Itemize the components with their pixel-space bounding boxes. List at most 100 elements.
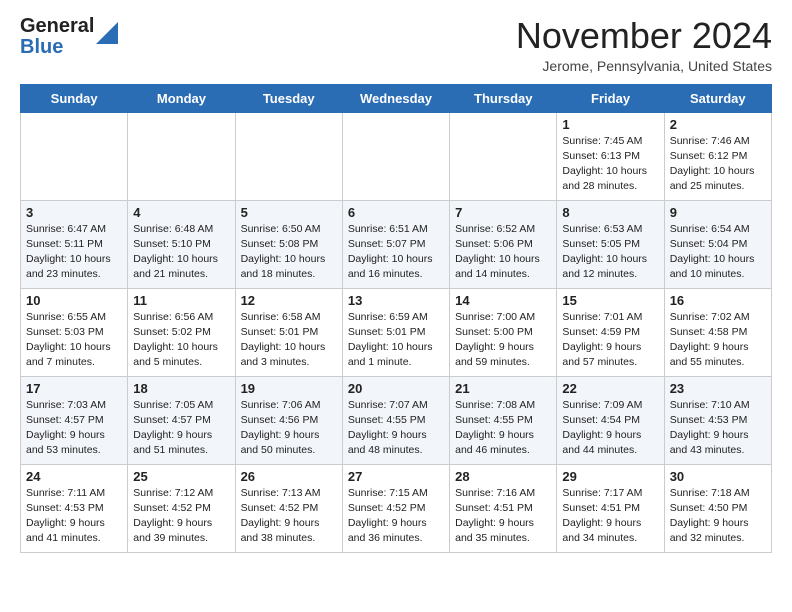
day-info-line: Sunrise: 7:46 AM bbox=[670, 134, 766, 149]
day-cell-30: 30Sunrise: 7:18 AMSunset: 4:50 PMDayligh… bbox=[664, 464, 771, 552]
day-info-line: Sunset: 5:04 PM bbox=[670, 237, 766, 252]
day-info: Sunrise: 7:06 AMSunset: 4:56 PMDaylight:… bbox=[241, 398, 337, 459]
day-info-line: and 12 minutes. bbox=[562, 267, 658, 282]
page: General Blue November 2024 Jerome, Penns… bbox=[0, 0, 792, 569]
day-info-line: Daylight: 9 hours bbox=[26, 428, 122, 443]
day-info-line: Sunset: 4:52 PM bbox=[348, 501, 444, 516]
day-info: Sunrise: 7:05 AMSunset: 4:57 PMDaylight:… bbox=[133, 398, 229, 459]
day-info: Sunrise: 6:53 AMSunset: 5:05 PMDaylight:… bbox=[562, 222, 658, 283]
day-cell-empty bbox=[128, 112, 235, 200]
day-info: Sunrise: 7:01 AMSunset: 4:59 PMDaylight:… bbox=[562, 310, 658, 371]
day-info-line: Sunrise: 6:58 AM bbox=[241, 310, 337, 325]
day-info-line: and 21 minutes. bbox=[133, 267, 229, 282]
day-cell-20: 20Sunrise: 7:07 AMSunset: 4:55 PMDayligh… bbox=[342, 376, 449, 464]
week-row-3: 10 Sunrise: 6:55 AMSunset: 5:03 PMDayligh… bbox=[21, 288, 772, 376]
day-cell-25: 25Sunrise: 7:12 AMSunset: 4:52 PMDayligh… bbox=[128, 464, 235, 552]
day-info: Sunrise: 6:47 AMSunset: 5:11 PMDaylight:… bbox=[26, 222, 122, 283]
day-info: Sunrise: 7:09 AMSunset: 4:54 PMDaylight:… bbox=[562, 398, 658, 459]
day-number: 21 bbox=[455, 381, 551, 396]
weekday-header-friday: Friday bbox=[557, 84, 664, 112]
day-info-line: Sunrise: 6:47 AM bbox=[26, 222, 122, 237]
day-info-line: and 32 minutes. bbox=[670, 531, 766, 546]
day-info: Sunrise: 6:48 AMSunset: 5:10 PMDaylight:… bbox=[133, 222, 229, 283]
day-info-line: and 28 minutes. bbox=[562, 179, 658, 194]
day-info-line: Daylight: 9 hours bbox=[241, 516, 337, 531]
day-info: Sunrise: 7:03 AMSunset: 4:57 PMDaylight:… bbox=[26, 398, 122, 459]
week-row-2: 3Sunrise: 6:47 AMSunset: 5:11 PMDaylight… bbox=[21, 200, 772, 288]
day-info: Sunrise: 7:12 AMSunset: 4:52 PMDaylight:… bbox=[133, 486, 229, 547]
day-info-line: Sunset: 4:52 PM bbox=[241, 501, 337, 516]
day-cell-1: 1Sunrise: 7:45 AMSunset: 6:13 PMDaylight… bbox=[557, 112, 664, 200]
day-info-line: Sunrise: 7:00 AM bbox=[455, 310, 551, 325]
day-info-line: Sunset: 4:54 PM bbox=[562, 413, 658, 428]
day-info: Sunrise: 6:58 AMSunset: 5:01 PMDaylight:… bbox=[241, 310, 337, 371]
day-info-line: Sunset: 5:03 PM bbox=[26, 325, 122, 340]
day-cell-28: 28Sunrise: 7:16 AMSunset: 4:51 PMDayligh… bbox=[450, 464, 557, 552]
logo-triangle-icon bbox=[96, 22, 118, 44]
day-info-line: and 53 minutes. bbox=[26, 443, 122, 458]
day-info-line: and 25 minutes. bbox=[670, 179, 766, 194]
day-info-line: Sunrise: 7:18 AM bbox=[670, 486, 766, 501]
day-cell-15: 15 Sunrise: 7:01 AMSunset: 4:59 PMDayligh… bbox=[557, 288, 664, 376]
day-cell-17: 17 Sunrise: 7:03 AMSunset: 4:57 PMDayligh… bbox=[21, 376, 128, 464]
day-info-line: Sunset: 4:57 PM bbox=[26, 413, 122, 428]
day-info-line: Daylight: 9 hours bbox=[670, 516, 766, 531]
day-cell-21: 21Sunrise: 7:08 AMSunset: 4:55 PMDayligh… bbox=[450, 376, 557, 464]
day-cell-9: 9Sunrise: 6:54 AMSunset: 5:04 PMDaylight… bbox=[664, 200, 771, 288]
day-info-line: Sunset: 4:51 PM bbox=[455, 501, 551, 516]
day-number: 29 bbox=[562, 469, 658, 484]
day-info-line: Daylight: 9 hours bbox=[26, 516, 122, 531]
day-info-line: and 3 minutes. bbox=[241, 355, 337, 370]
day-info-line: Sunrise: 7:01 AM bbox=[562, 310, 658, 325]
day-cell-23: 23Sunrise: 7:10 AMSunset: 4:53 PMDayligh… bbox=[664, 376, 771, 464]
day-info-line: and 36 minutes. bbox=[348, 531, 444, 546]
day-info-line: Sunrise: 7:16 AM bbox=[455, 486, 551, 501]
day-info-line: Sunset: 5:11 PM bbox=[26, 237, 122, 252]
day-number: 10 bbox=[26, 293, 122, 308]
day-info-line: and 59 minutes. bbox=[455, 355, 551, 370]
weekday-header-sunday: Sunday bbox=[21, 84, 128, 112]
day-info: Sunrise: 7:45 AMSunset: 6:13 PMDaylight:… bbox=[562, 134, 658, 195]
day-info-line: and 50 minutes. bbox=[241, 443, 337, 458]
day-info-line: and 14 minutes. bbox=[455, 267, 551, 282]
day-info-line: Daylight: 10 hours bbox=[26, 340, 122, 355]
day-info-line: Sunrise: 6:51 AM bbox=[348, 222, 444, 237]
day-info-line: Daylight: 9 hours bbox=[562, 340, 658, 355]
day-number: 27 bbox=[348, 469, 444, 484]
day-number: 17 bbox=[26, 381, 122, 396]
day-number: 14 bbox=[455, 293, 551, 308]
day-info-line: Sunset: 4:57 PM bbox=[133, 413, 229, 428]
day-info-line: Daylight: 10 hours bbox=[348, 252, 444, 267]
day-info-line: Daylight: 10 hours bbox=[241, 252, 337, 267]
day-info-line: Daylight: 10 hours bbox=[562, 164, 658, 179]
day-number: 6 bbox=[348, 205, 444, 220]
day-info-line: Sunset: 4:52 PM bbox=[133, 501, 229, 516]
week-row-4: 17 Sunrise: 7:03 AMSunset: 4:57 PMDayligh… bbox=[21, 376, 772, 464]
weekday-header-saturday: Saturday bbox=[664, 84, 771, 112]
day-info-line: Sunset: 6:12 PM bbox=[670, 149, 766, 164]
logo-general: General bbox=[20, 16, 94, 37]
day-info-line: and 41 minutes. bbox=[26, 531, 122, 546]
day-info: Sunrise: 6:54 AMSunset: 5:04 PMDaylight:… bbox=[670, 222, 766, 283]
day-info-line: Sunset: 5:05 PM bbox=[562, 237, 658, 252]
day-cell-empty bbox=[342, 112, 449, 200]
day-info-line: and 18 minutes. bbox=[241, 267, 337, 282]
day-number: 15 bbox=[562, 293, 658, 308]
day-info-line: Sunset: 4:50 PM bbox=[670, 501, 766, 516]
day-number: 2 bbox=[670, 117, 766, 132]
day-info: Sunrise: 7:16 AMSunset: 4:51 PMDaylight:… bbox=[455, 486, 551, 547]
day-info-line: Sunrise: 6:52 AM bbox=[455, 222, 551, 237]
day-info-line: Sunset: 5:02 PM bbox=[133, 325, 229, 340]
day-info-line: Daylight: 9 hours bbox=[670, 428, 766, 443]
day-info-line: Daylight: 10 hours bbox=[455, 252, 551, 267]
day-info: Sunrise: 6:55 AMSunset: 5:03 PMDaylight:… bbox=[26, 310, 122, 371]
day-info-line: Sunrise: 6:50 AM bbox=[241, 222, 337, 237]
day-info-line: and 34 minutes. bbox=[562, 531, 658, 546]
weekday-header-monday: Monday bbox=[128, 84, 235, 112]
day-info-line: Daylight: 9 hours bbox=[562, 516, 658, 531]
day-cell-7: 7Sunrise: 6:52 AMSunset: 5:06 PMDaylight… bbox=[450, 200, 557, 288]
day-cell-2: 2Sunrise: 7:46 AMSunset: 6:12 PMDaylight… bbox=[664, 112, 771, 200]
day-cell-empty bbox=[450, 112, 557, 200]
day-info-line: Sunset: 4:51 PM bbox=[562, 501, 658, 516]
day-info-line: and 38 minutes. bbox=[241, 531, 337, 546]
